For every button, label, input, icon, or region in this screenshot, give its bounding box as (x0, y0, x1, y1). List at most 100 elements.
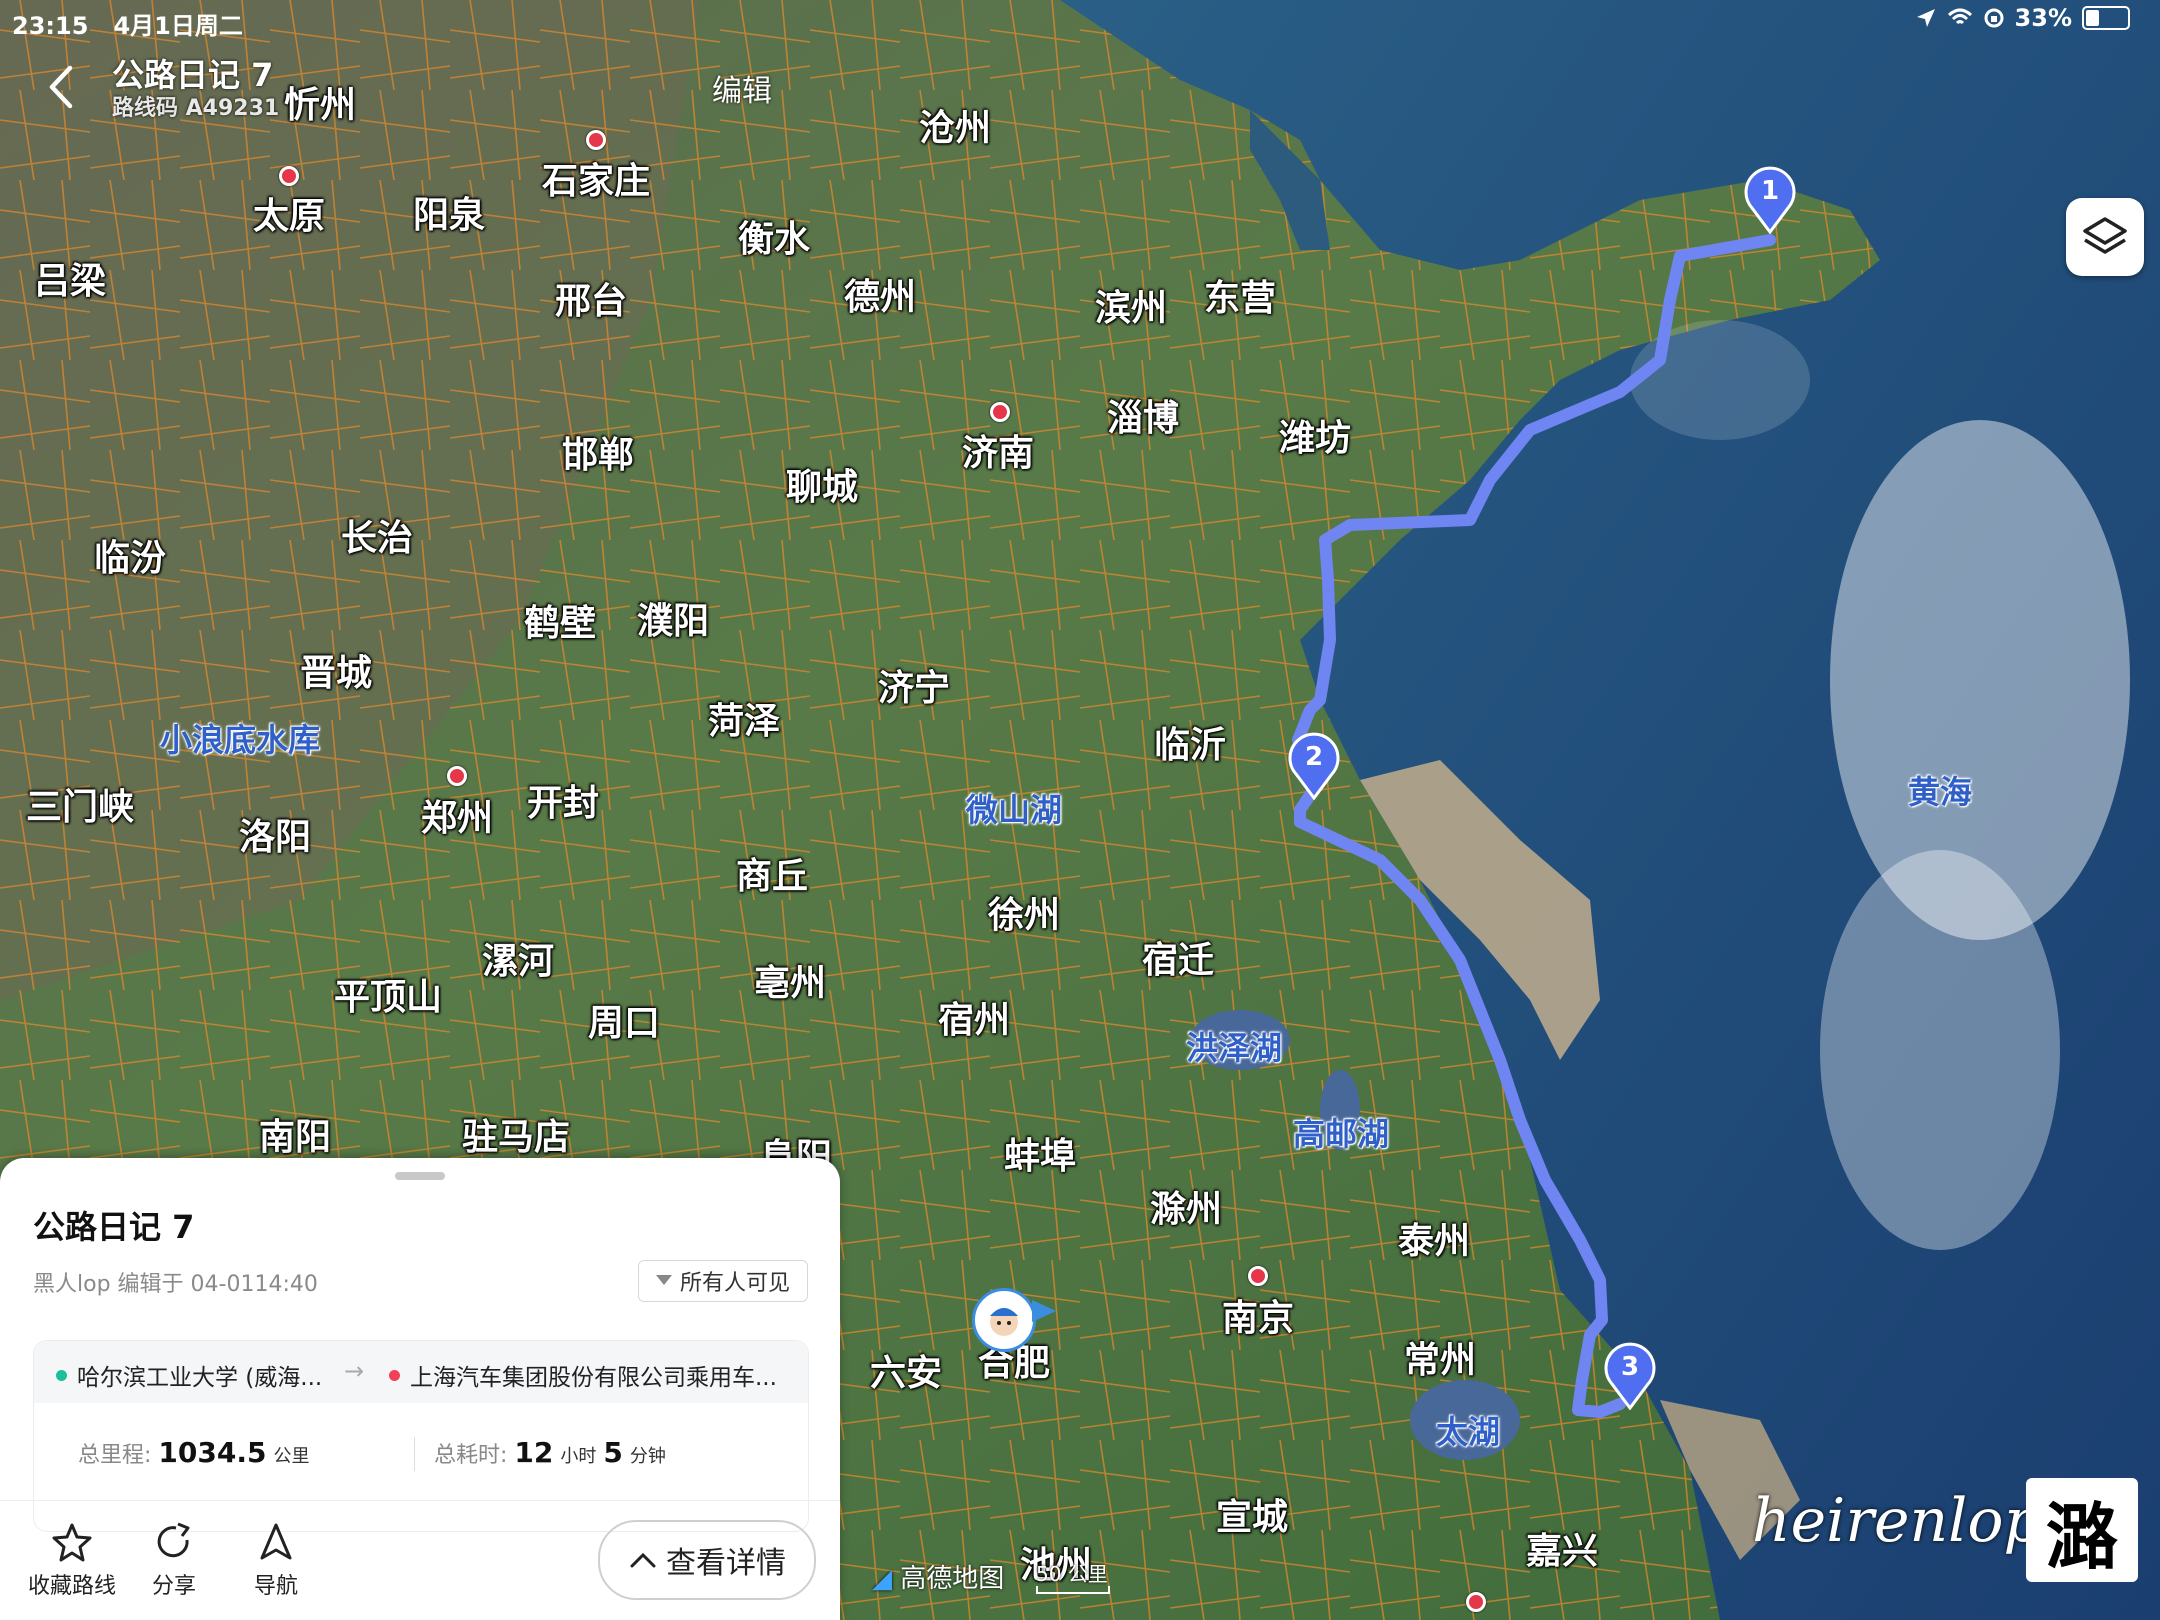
amap-icon: ◢ (872, 1564, 892, 1594)
city-label: 徐州 (987, 895, 1061, 936)
city-label: 沧州 (918, 108, 992, 149)
status-bar: 23:15 4月1日周二 33% (0, 0, 2160, 40)
city-dot (447, 766, 467, 786)
city-label: 临沂 (1153, 725, 1227, 766)
city-label: 蚌埠 (1003, 1136, 1077, 1177)
share-button[interactable]: 分享 (124, 1522, 224, 1600)
edit-button[interactable]: 编辑 (712, 66, 772, 110)
edit-meta: 黑人lop 编辑于 04-0114:40 (33, 1272, 318, 1297)
city-label: 东营 (1203, 278, 1277, 319)
time-minutes: 5 (603, 1436, 623, 1469)
star-icon (52, 1523, 92, 1562)
visibility-dropdown[interactable]: 所有人可见 (638, 1260, 808, 1302)
city-label: 濮阳 (636, 601, 710, 642)
navigation-icon (260, 1523, 292, 1560)
city-label: 嘉兴 (1525, 1531, 1599, 1572)
heading-arrow-icon (1032, 1300, 1056, 1322)
city-label: 吕梁 (33, 261, 107, 302)
city-label: 宿迁 (1141, 940, 1215, 981)
layers-icon (2083, 217, 2127, 254)
route-marker-end[interactable]: 3 (1602, 1340, 1658, 1411)
time-label: 总耗时: (434, 1443, 508, 1468)
favorite-route-button[interactable]: 收藏路线 (22, 1522, 122, 1600)
city-label: 开封 (526, 783, 600, 824)
water-label: 高邮湖 (1292, 1115, 1390, 1153)
city-label: 临汾 (93, 538, 167, 579)
battery-icon (2082, 6, 2130, 30)
route-code: 路线码 A49231 (112, 96, 280, 121)
city-label: 宿州 (937, 1000, 1011, 1041)
route-summary-card[interactable]: 哈尔滨工业大学 (威海... → 上海汽车集团股份有限公司乘用车... 总里程:… (33, 1340, 809, 1532)
city-dot (279, 166, 299, 186)
clock: 23:15 (12, 12, 89, 40)
city-label: 淄博 (1106, 398, 1180, 439)
time-hours: 12 (514, 1436, 554, 1469)
city-label: 邢台 (554, 281, 628, 322)
city-label: 六安 (869, 1353, 943, 1394)
end-point-label: 上海汽车集团股份有限公司乘用车... (410, 1365, 777, 1391)
marker-number: 3 (1621, 1352, 1639, 1382)
city-label: 晋城 (299, 653, 373, 694)
city-label: 阳泉 (412, 195, 486, 236)
city-label: 太原 (252, 196, 326, 237)
route-marker-start[interactable]: 1 (1742, 164, 1798, 235)
date: 4月1日周二 (113, 12, 243, 40)
time-hours-unit: 小时 (560, 1446, 597, 1467)
start-point-label: 哈尔滨工业大学 (威海... (77, 1365, 323, 1391)
start-point: 哈尔滨工业大学 (威海... (56, 1358, 322, 1392)
city-label: 长治 (340, 518, 414, 559)
map-scale-bar (1036, 1586, 1110, 1594)
city-label: 郑州 (420, 798, 494, 839)
city-label: 潍坊 (1278, 418, 1352, 459)
drag-handle[interactable] (395, 1172, 445, 1180)
distance-value: 1034.5 (158, 1436, 267, 1469)
water-label: 微山湖 (965, 791, 1063, 829)
city-dot (1466, 1592, 1486, 1612)
total-time: 总耗时: 12 小时 5 分钟 (434, 1436, 666, 1469)
navigate-button[interactable]: 导航 (226, 1522, 326, 1600)
route-marker-waypoint[interactable]: 2 (1286, 730, 1342, 801)
water-label: 洪泽湖 (1185, 1029, 1283, 1067)
view-details-button[interactable]: 查看详情 (598, 1520, 816, 1600)
navigate-label: 导航 (253, 1574, 298, 1599)
share-icon (157, 1522, 190, 1558)
city-dot (990, 402, 1010, 422)
city-label: 洛阳 (238, 817, 312, 858)
city-label: 滨州 (1094, 288, 1168, 329)
panel-title: 公路日记 7 (33, 1208, 195, 1246)
city-label: 周口 (587, 1003, 661, 1044)
divider (0, 1500, 840, 1501)
provider-name: 高德地图 (900, 1564, 1005, 1594)
user-location-avatar[interactable] (972, 1288, 1036, 1352)
chevron-up-icon (630, 1552, 656, 1568)
distance-unit: 公里 (273, 1446, 310, 1467)
city-label: 南京 (1221, 1298, 1295, 1339)
share-label: 分享 (151, 1574, 196, 1599)
top-bar: 公路日记 7 路线码 A49231 编辑 (0, 44, 840, 134)
water-label: 黄海 (1907, 773, 1973, 811)
route-panel: 公路日记 7 黑人lop 编辑于 04-0114:40 所有人可见 哈尔滨工业大… (0, 1158, 840, 1620)
status-time: 23:15 4月1日周二 (12, 6, 243, 41)
city-label: 济宁 (877, 668, 951, 709)
watermark-logo: 潞 (2026, 1478, 2138, 1582)
city-label: 泰州 (1397, 1221, 1471, 1262)
layers-button[interactable] (2066, 198, 2144, 276)
city-label: 南阳 (258, 1117, 332, 1158)
water-label: 太湖 (1435, 1413, 1501, 1451)
back-icon[interactable] (40, 62, 84, 112)
total-distance: 总里程: 1034.5 公里 (78, 1436, 309, 1469)
city-label: 济南 (961, 433, 1035, 474)
map-provider-logo: ◢ 高德地图 (872, 1558, 1004, 1595)
city-label: 三门峡 (25, 787, 135, 828)
city-label: 衡水 (737, 219, 811, 260)
time-minutes-unit: 分钟 (629, 1446, 666, 1467)
arrow-right-icon: → (344, 1357, 365, 1385)
city-label: 宣城 (1215, 1497, 1289, 1538)
wifi-icon (1947, 8, 1972, 25)
city-label: 漯河 (481, 941, 555, 982)
watermark-text: heirenlop (1752, 1486, 2042, 1556)
view-details-label: 查看详情 (666, 1546, 786, 1581)
rotation-lock-icon (1984, 8, 2004, 28)
stat-divider (414, 1437, 415, 1471)
location-arrow-icon (1916, 9, 1935, 27)
